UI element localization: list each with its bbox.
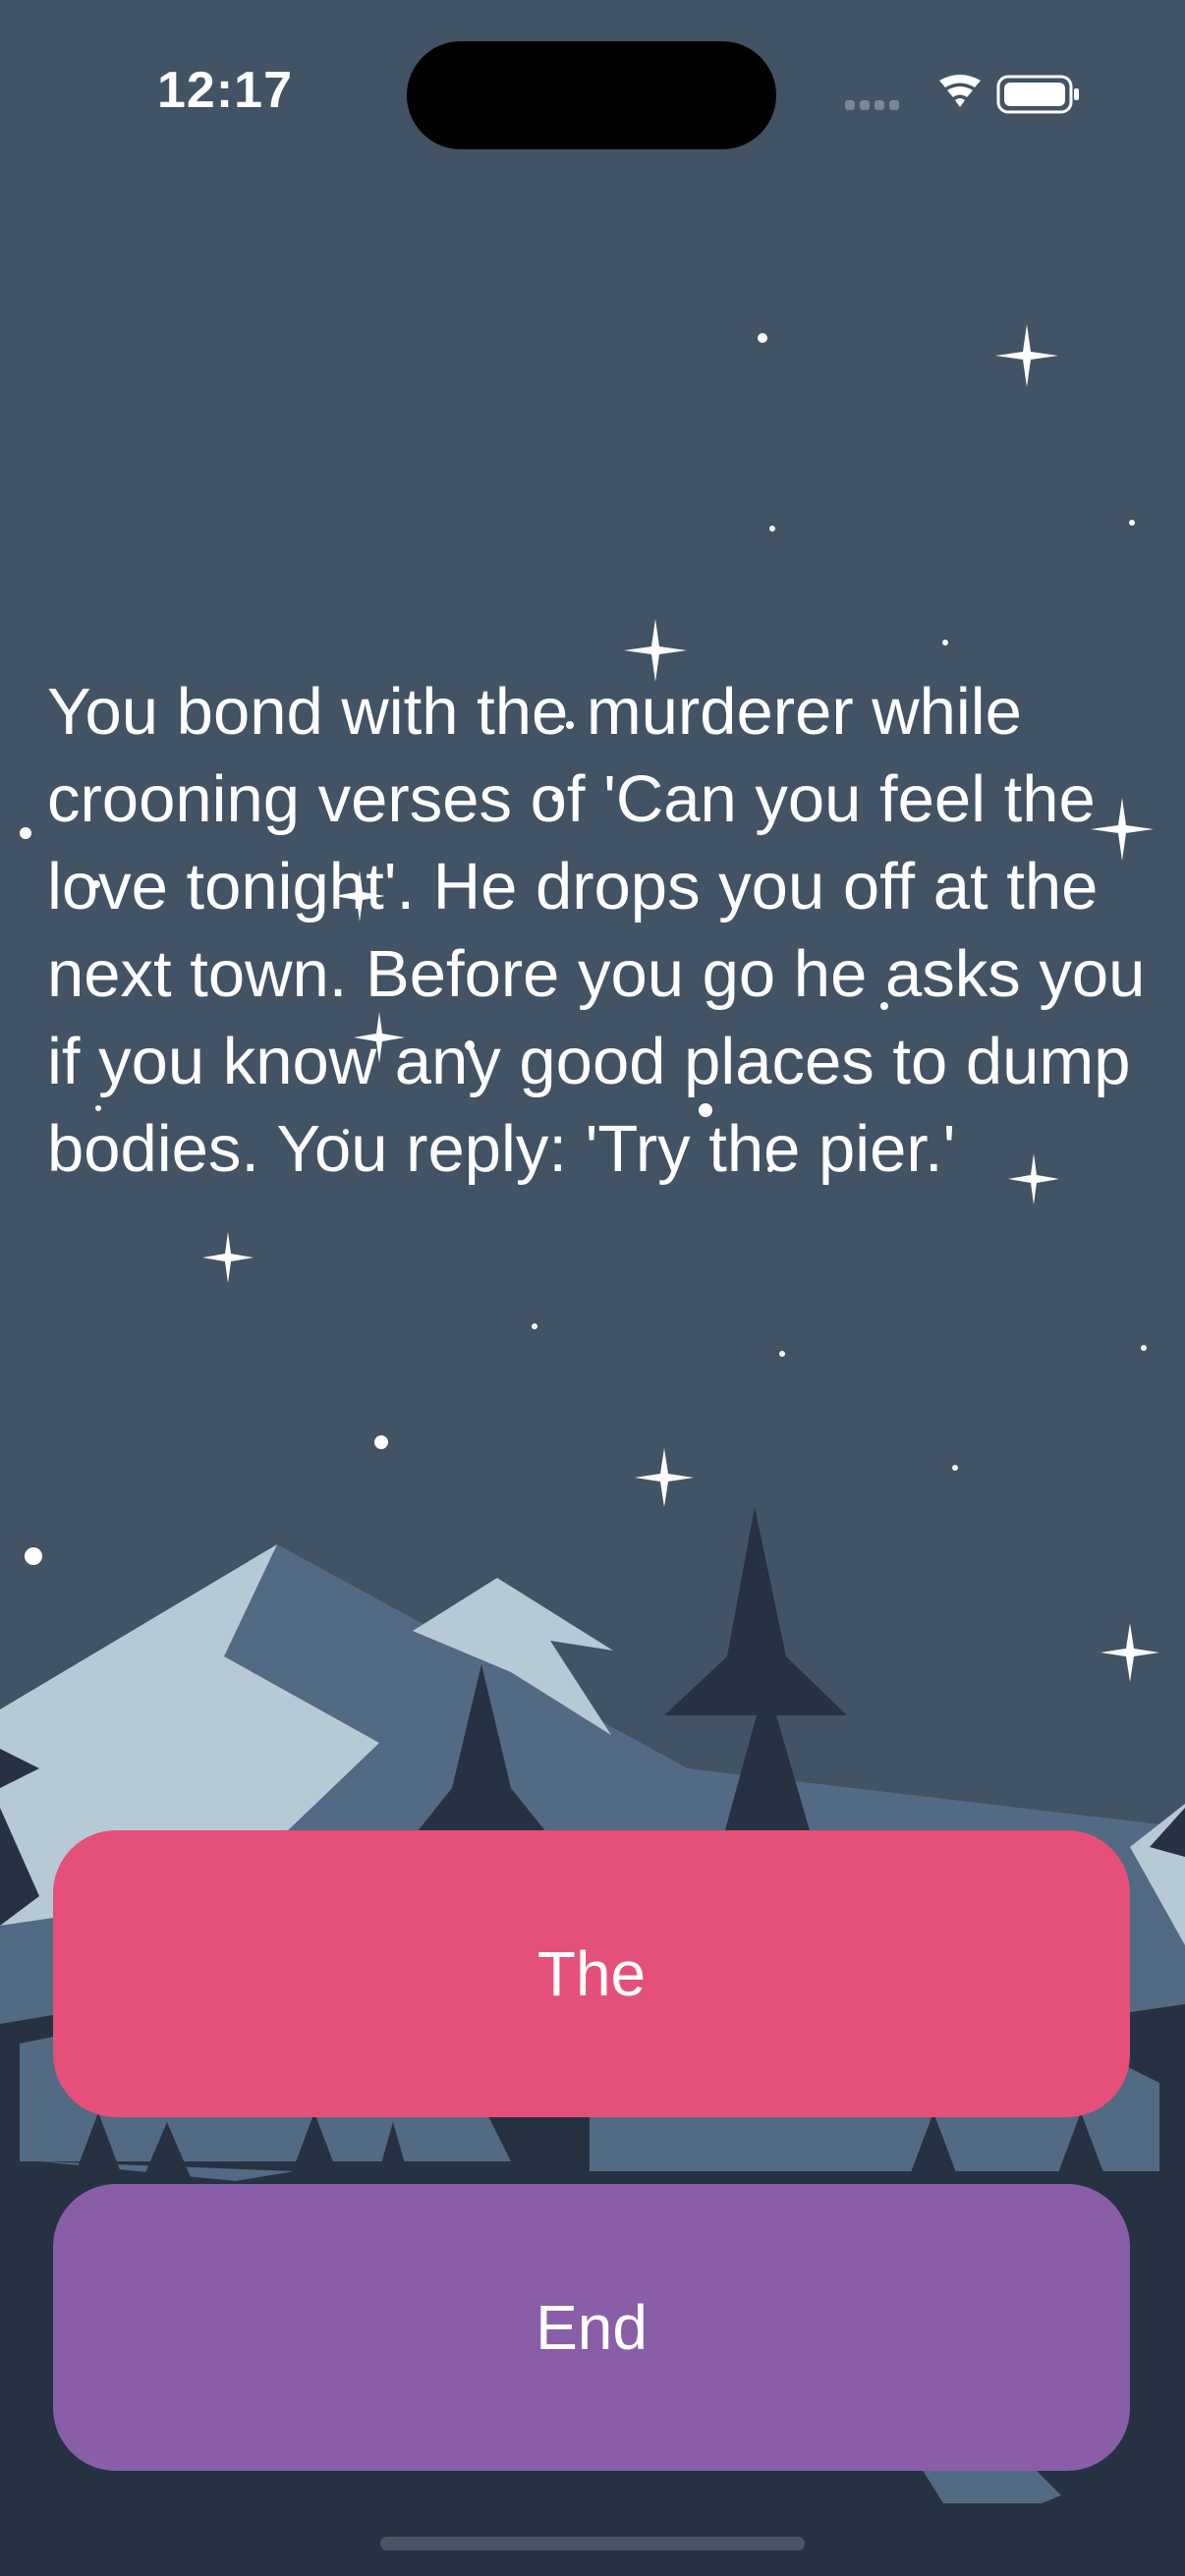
cellular-signal-icon [845, 100, 899, 110]
choice-label: The [536, 1938, 647, 2009]
status-bar: 12:17 [0, 0, 1185, 196]
status-icons [845, 75, 1079, 114]
choice-label: End [536, 2292, 648, 2363]
story-text: You bond with the murderer while croonin… [47, 675, 1146, 1186]
status-time: 12:17 [157, 62, 293, 119]
battery-icon [996, 75, 1079, 114]
choice-button-the[interactable]: The [53, 1830, 1130, 2117]
choice-button-end[interactable]: End [53, 2184, 1130, 2471]
dynamic-island [407, 41, 776, 149]
home-indicator[interactable] [380, 2537, 805, 2550]
wifi-icon [939, 75, 981, 107]
game-screen: 12:17 You bond with the murderer while c… [0, 0, 1185, 2576]
